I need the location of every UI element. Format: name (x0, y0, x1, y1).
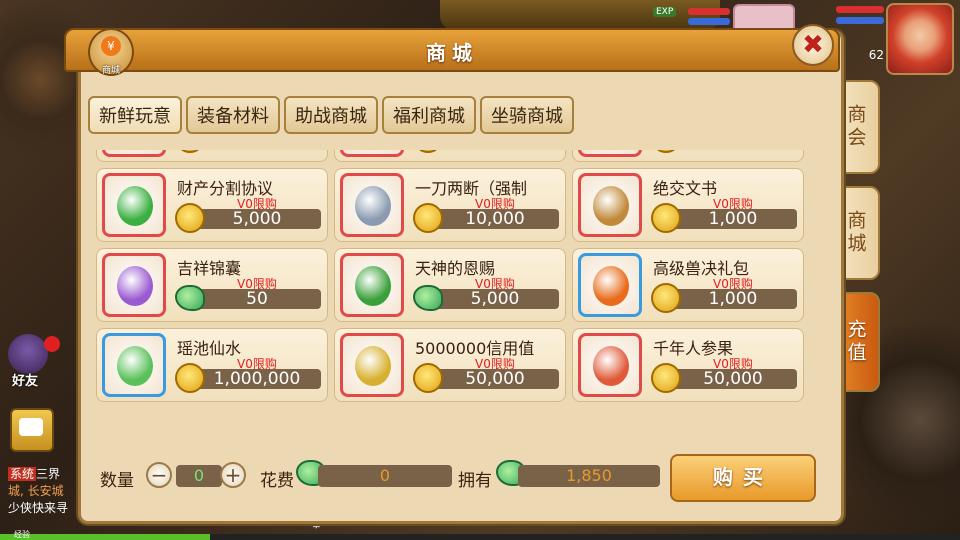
shop-item-card[interactable]: V0限购1,000,000 (96, 150, 328, 162)
shop-item-card[interactable]: 千年人参果 V0限购 50,000 (572, 328, 804, 402)
gold-coin-icon (651, 203, 681, 233)
player-hp-bar (836, 6, 884, 13)
player-level: 62 (868, 48, 884, 62)
item-icon-frame (340, 150, 404, 157)
close-button[interactable]: ✖ (792, 24, 834, 66)
item-price: 1,000 (669, 289, 797, 309)
shop-item-card[interactable]: 一刀两断（强制 V0限购 10,000 (334, 168, 566, 242)
jade-currency-icon (175, 285, 205, 311)
item-icon-frame (102, 150, 166, 157)
item-icon (117, 186, 153, 226)
item-icon (355, 266, 391, 306)
item-icon-frame (578, 150, 642, 157)
item-price: 50,000 (669, 369, 797, 389)
item-price: 1,000,000 (193, 369, 321, 389)
category-tabs: 新鲜玩意 装备材料 助战商城 福利商城 坐骑商城 (88, 96, 574, 134)
cost-value: 0 (318, 465, 452, 487)
chat-bubble-icon (19, 418, 43, 436)
item-icon (355, 186, 391, 226)
quantity-input[interactable]: 0 (176, 465, 222, 487)
shop-logo: ¥ 商城 (88, 28, 134, 76)
item-icon-frame (102, 253, 166, 317)
pet-mp-bar (688, 18, 730, 25)
tab-equipment-materials[interactable]: 装备材料 (186, 96, 280, 134)
item-price: 5,000 (431, 289, 559, 309)
shop-item-card[interactable]: 财产分割协议 V0限购 5,000 (96, 168, 328, 242)
tab-battle-helper-shop[interactable]: 助战商城 (284, 96, 378, 134)
gold-coin-icon (175, 363, 205, 393)
tab-novelty[interactable]: 新鲜玩意 (88, 96, 182, 134)
item-price: 5,000 (193, 209, 321, 229)
item-price: 10,000 (431, 209, 559, 229)
gold-coin-icon (413, 150, 443, 153)
item-price: 50 (193, 289, 321, 309)
chat-line: 三界 (36, 467, 61, 481)
item-icon (593, 346, 629, 386)
item-icon-frame (340, 173, 404, 237)
pet-hp-bar (688, 8, 730, 15)
shop-title-bar: 商城 (64, 28, 840, 72)
gold-coin-icon (413, 203, 443, 233)
shop-title: 商城 (426, 41, 478, 65)
shop-item-card[interactable]: 5000000信用值 V0限购 50,000 (334, 328, 566, 402)
item-icon-frame (102, 333, 166, 397)
purchase-bar: 数量 − 0 + 花费 0 拥有 1,850 购买 (98, 454, 818, 502)
experience-label: 经验 (14, 530, 30, 539)
shop-item-card[interactable]: 高级兽决礼包 V0限购 1,000 (572, 248, 804, 322)
shop-item-card[interactable]: V0限购9,999 (572, 150, 804, 162)
quantity-label: 数量 (100, 471, 134, 491)
item-icon-frame (340, 253, 404, 317)
item-icon-frame (578, 173, 642, 237)
chat-button[interactable] (10, 408, 54, 452)
chat-line: 少侠快来寻 (8, 501, 69, 515)
gold-coin-icon (175, 150, 205, 153)
exp-tag: EXP (653, 7, 677, 17)
chat-line: 城, 长安城 (8, 484, 64, 498)
item-price: 1,000 (669, 209, 797, 229)
gold-coin-icon (413, 363, 443, 393)
tab-mount-shop[interactable]: 坐骑商城 (480, 96, 574, 134)
item-grid: V0限购1,000,000 V0限购52,013 V0限购9,999 财产分割协议V0… (96, 150, 804, 402)
system-chat: 系统 三界 城, 长安城 少侠快来寻 (8, 466, 68, 517)
buy-button[interactable]: 购买 (670, 454, 816, 502)
jade-currency-icon (413, 285, 443, 311)
notification-dot (44, 336, 60, 352)
top-hud-frame (440, 0, 720, 30)
quantity-minus-button[interactable]: − (146, 462, 172, 488)
friend-label: 好友 (12, 374, 39, 389)
gold-coin-icon (651, 363, 681, 393)
player-portrait[interactable] (886, 3, 954, 75)
item-icon-frame (102, 173, 166, 237)
shop-item-card[interactable]: 瑶池仙水 V0限购 1,000,000 (96, 328, 328, 402)
item-grid-viewport[interactable]: V0限购1,000,000 V0限购52,013 V0限购9,999 财产分割协议V0… (96, 150, 808, 448)
experience-bar (0, 534, 960, 540)
tab-welfare-shop[interactable]: 福利商城 (382, 96, 476, 134)
player-mp-bar (836, 17, 884, 24)
item-icon-frame (340, 333, 404, 397)
cost-label: 花费 (260, 471, 294, 491)
owned-label: 拥有 (458, 471, 492, 491)
shop-item-card[interactable]: 天神的恩赐 V0限购 5,000 (334, 248, 566, 322)
yuan-coin-icon: ¥ (101, 36, 121, 56)
system-tag: 系统 (8, 467, 37, 481)
gold-coin-icon (651, 283, 681, 313)
item-icon (593, 186, 629, 226)
gold-coin-icon (651, 150, 681, 153)
shop-item-card[interactable]: 绝交文书 V0限购 1,000 (572, 168, 804, 242)
shop-logo-label: 商城 (101, 66, 120, 76)
shop-item-card[interactable]: V0限购52,013 (334, 150, 566, 162)
friend-icon[interactable] (8, 334, 48, 374)
quantity-plus-button[interactable]: + (220, 462, 246, 488)
item-icon (117, 346, 153, 386)
item-icon-frame (578, 253, 642, 317)
item-icon (355, 346, 391, 386)
item-price: 50,000 (431, 369, 559, 389)
item-icon (117, 266, 153, 306)
gold-coin-icon (175, 203, 205, 233)
shop-item-card[interactable]: 吉祥锦囊 V0限购 50 (96, 248, 328, 322)
item-icon-frame (578, 333, 642, 397)
item-icon (593, 266, 629, 306)
owned-value: 1,850 (518, 465, 660, 487)
